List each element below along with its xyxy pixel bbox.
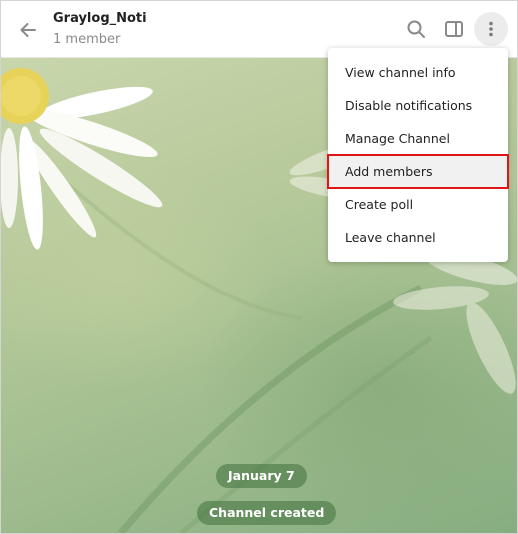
search-button[interactable]	[401, 14, 431, 44]
more-menu-button[interactable]	[474, 12, 508, 46]
back-button[interactable]	[13, 15, 43, 45]
menu-item-disable-notifications[interactable]: Disable notifications	[328, 89, 508, 122]
menu-item-manage-channel[interactable]: Manage Channel	[328, 122, 508, 155]
service-message: Channel created	[197, 501, 337, 525]
sidebar-toggle-icon	[445, 21, 463, 37]
chat-title[interactable]: Graylog_Noti	[53, 11, 147, 26]
menu-item-create-poll[interactable]: Create poll	[328, 188, 508, 221]
back-arrow-icon	[20, 23, 36, 37]
menu-item-add-members[interactable]: Add members	[327, 154, 509, 189]
sidebar-toggle-button[interactable]	[439, 14, 469, 44]
app-window: Graylog_Noti 1 member January 7 Channel …	[0, 0, 518, 534]
more-vertical-icon	[489, 21, 493, 37]
date-separator: January 7	[216, 464, 307, 488]
menu-item-view-channel-info[interactable]: View channel info	[328, 56, 508, 89]
channel-dropdown-menu: View channel info Disable notifications …	[327, 48, 509, 262]
menu-item-leave-channel[interactable]: Leave channel	[328, 221, 508, 254]
member-count: 1 member	[53, 32, 121, 47]
search-icon	[407, 20, 425, 38]
